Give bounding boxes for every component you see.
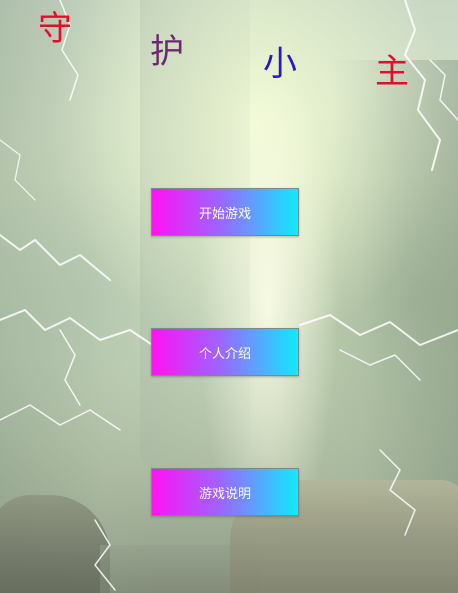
title-char-1: 守 <box>38 9 72 49</box>
game-help-button[interactable]: 游戏说明 <box>151 468 299 516</box>
game-start-screen: 守 护 小 主 开始游戏 个人介绍 游戏说明 <box>0 0 458 593</box>
about-button[interactable]: 个人介绍 <box>151 328 299 376</box>
start-game-button[interactable]: 开始游戏 <box>151 188 299 236</box>
title-char-4: 主 <box>375 52 409 92</box>
background-rock-right <box>330 60 458 510</box>
title-char-3: 小 <box>263 44 297 84</box>
title-char-2: 护 <box>150 32 184 72</box>
